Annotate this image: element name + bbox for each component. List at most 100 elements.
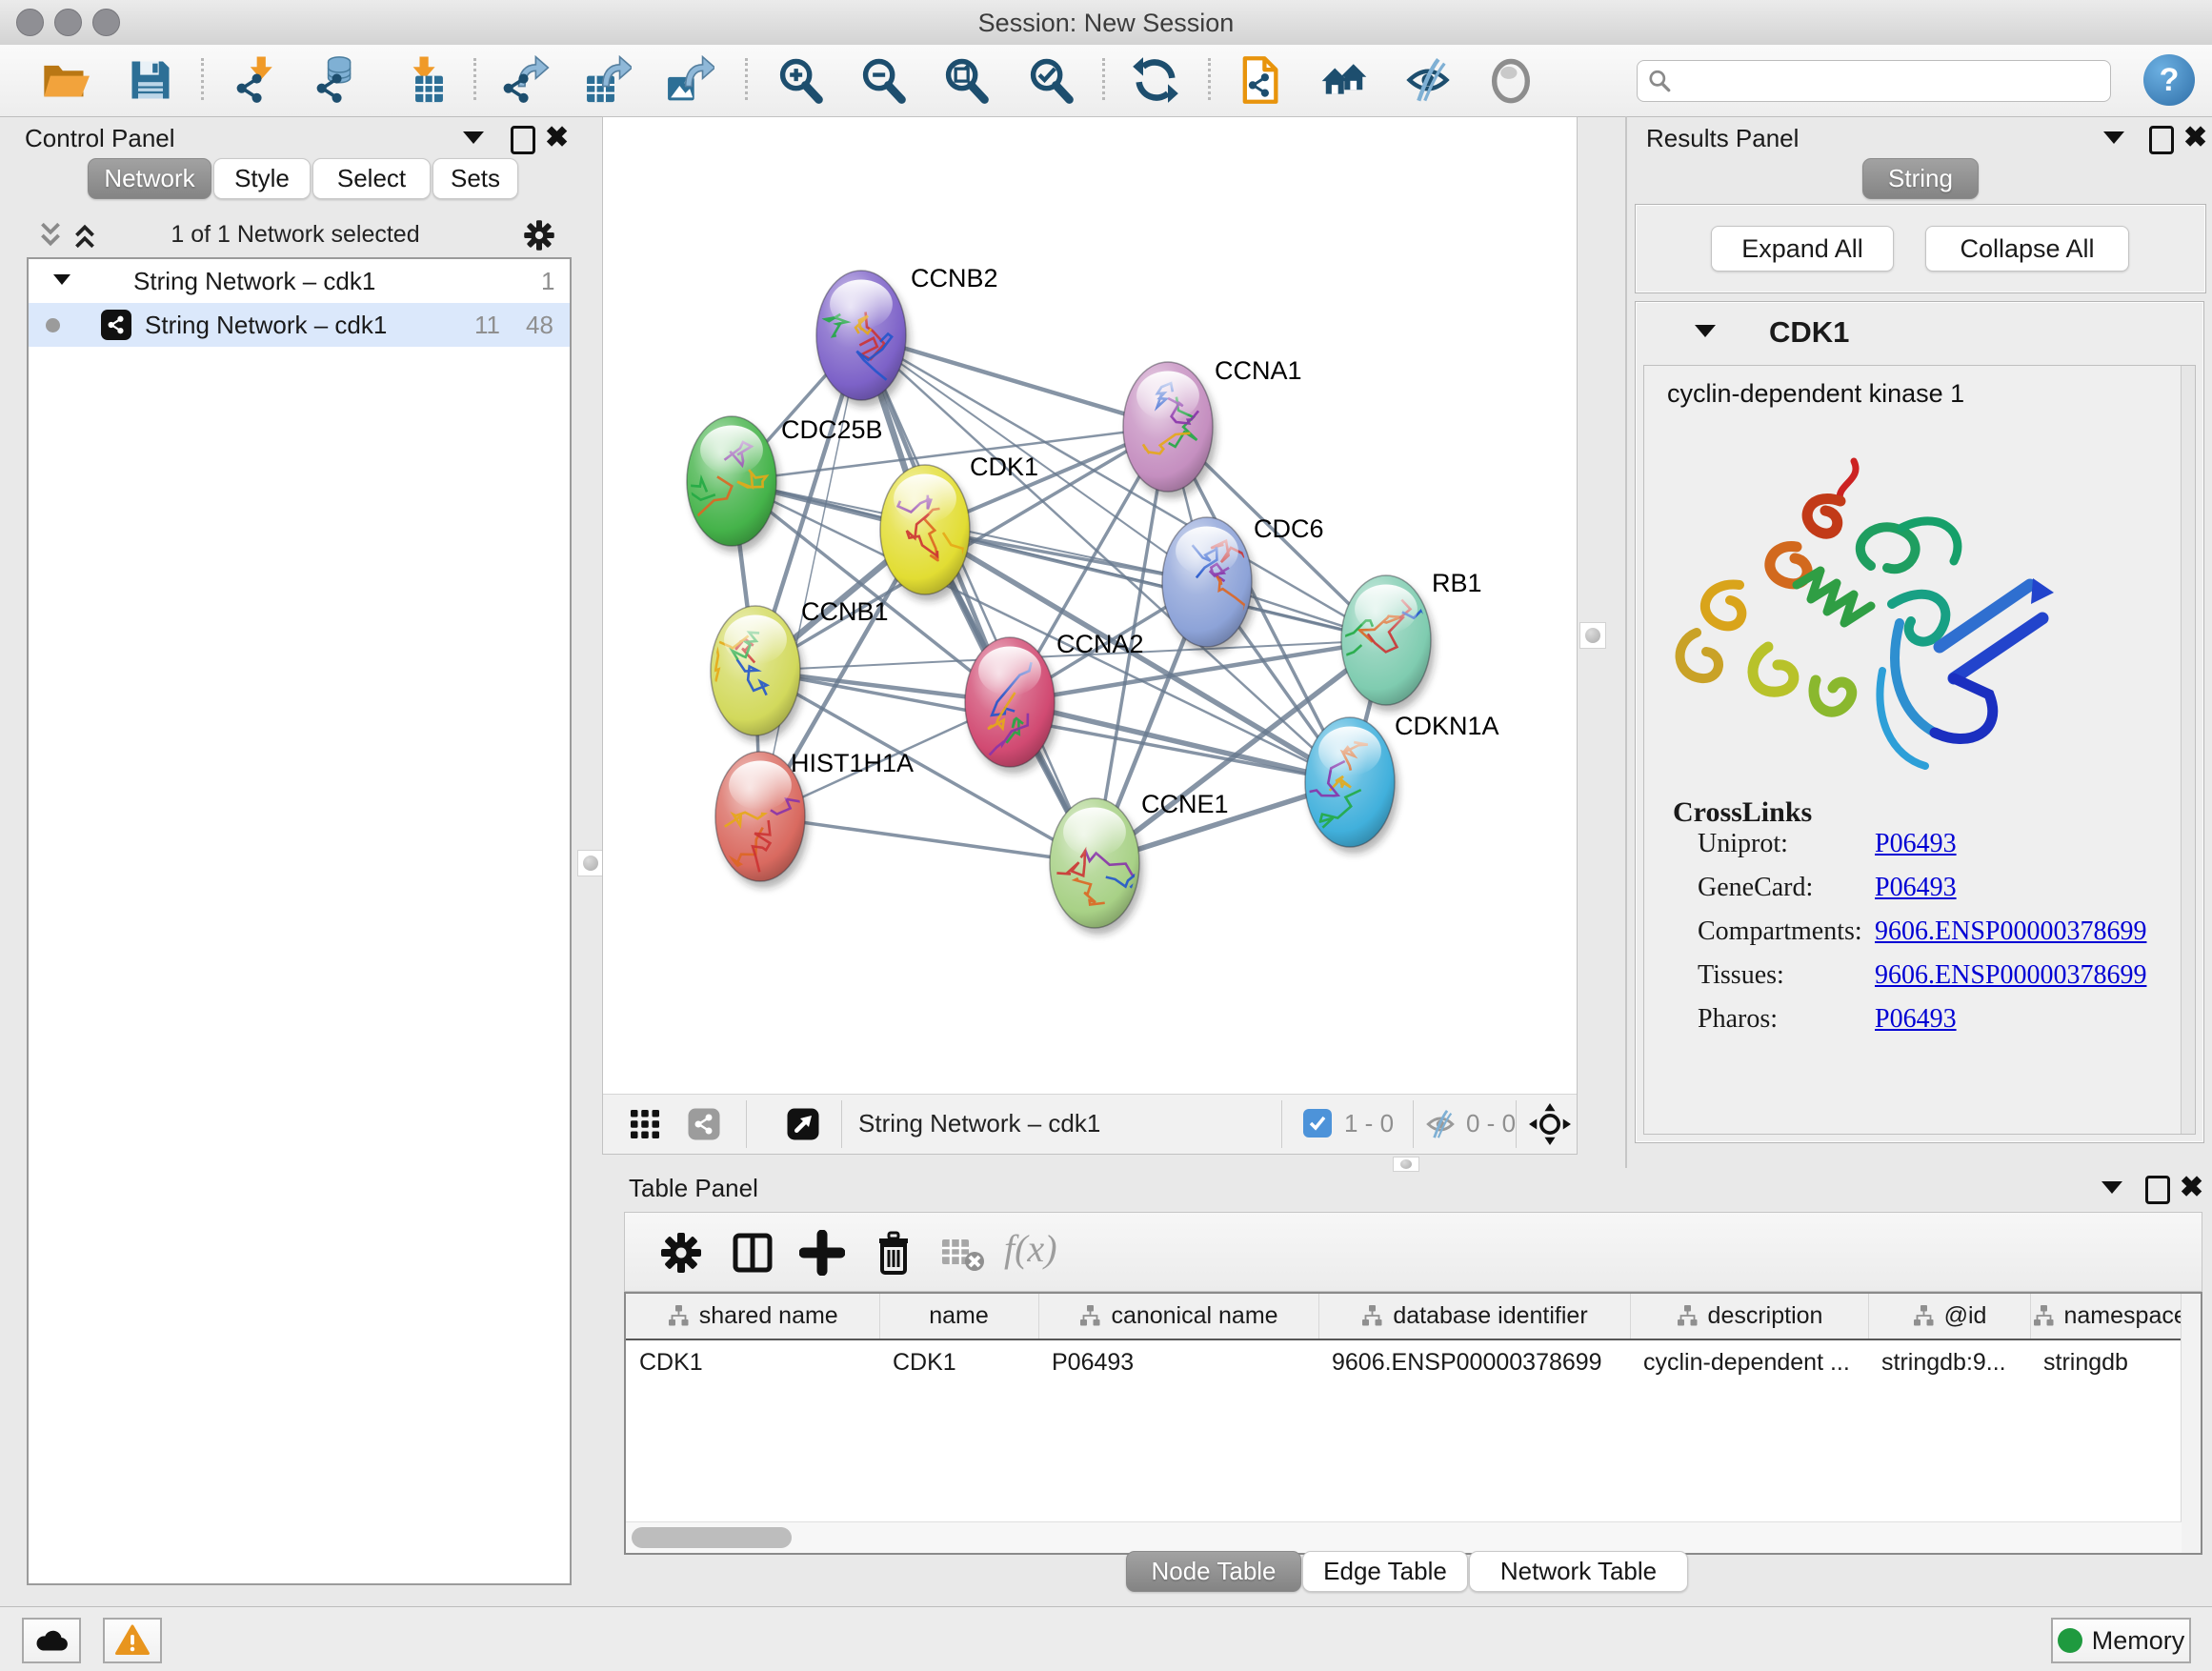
import-table-from-file-icon[interactable] xyxy=(398,55,448,105)
table-cell[interactable]: CDK1 xyxy=(879,1339,1038,1384)
node-CCNA1[interactable]: CCNA1 xyxy=(1123,356,1302,498)
zoom-selected-icon[interactable] xyxy=(1026,55,1076,105)
node-CDKN1A[interactable]: CDKN1A xyxy=(1300,712,1498,854)
node-CDC25B[interactable]: CDC25B xyxy=(684,415,882,553)
expand-all-button[interactable]: Expand All xyxy=(1711,226,1894,272)
column-header-database-identifier[interactable]: database identifier xyxy=(1318,1294,1630,1339)
import-network-from-database-icon[interactable] xyxy=(313,55,363,105)
export-network-icon[interactable] xyxy=(500,55,550,105)
grid-view-icon[interactable] xyxy=(628,1107,662,1141)
share-document-icon[interactable] xyxy=(1235,55,1284,105)
column-header-namespace[interactable]: namespace xyxy=(2030,1294,2185,1339)
maximize-panel-icon[interactable] xyxy=(2145,1176,2174,1204)
scrollbar-thumb[interactable] xyxy=(632,1527,792,1548)
column-header-shared-name[interactable]: shared name xyxy=(626,1294,879,1339)
network-canvas[interactable]: CCNB2 CCNA1 CDC25BCDK1 CDC6RB1 CCNB1 CCNA2 CDK… xyxy=(603,117,1577,1095)
edge-CCNE1-HIST1H1A[interactable] xyxy=(760,816,1095,863)
export-table-icon[interactable] xyxy=(582,55,632,105)
save-session-icon[interactable] xyxy=(126,55,175,105)
bottom-splitter-handle[interactable] xyxy=(1393,1157,1419,1172)
node-CCNB2[interactable]: CCNB2 xyxy=(816,264,998,407)
node-CDC6[interactable]: CDC6 xyxy=(1162,514,1324,654)
help-button[interactable]: ? xyxy=(2143,54,2195,106)
results-scrollbar[interactable] xyxy=(2181,366,2195,1134)
tab-sets[interactable]: Sets xyxy=(432,158,518,199)
search-input[interactable] xyxy=(1679,63,2102,97)
table-cell[interactable]: P06493 xyxy=(1038,1339,1318,1384)
tab-node-table[interactable]: Node Table xyxy=(1126,1551,1301,1592)
import-network-from-file-icon[interactable] xyxy=(233,55,283,105)
table-row[interactable]: CDK1CDK1P064939606.ENSP00000378699cyclin… xyxy=(626,1339,2185,1384)
entry-expander-icon[interactable] xyxy=(1695,325,1716,337)
tab-select[interactable]: Select xyxy=(312,158,431,199)
hide-graphics-details-icon[interactable] xyxy=(1403,55,1453,105)
crosslink-link[interactable]: P06493 xyxy=(1875,873,1957,903)
welcome-screen-icon[interactable] xyxy=(1319,55,1369,105)
node-CCNB1[interactable]: CCNB1 xyxy=(707,597,888,742)
node-CCNA2[interactable]: CCNA2 xyxy=(965,630,1144,775)
float-panel-icon[interactable] xyxy=(2103,131,2132,160)
maximize-panel-icon[interactable] xyxy=(511,126,539,154)
column-header-name[interactable]: name xyxy=(879,1294,1038,1339)
table-cell[interactable]: stringdb xyxy=(2030,1339,2185,1384)
network-row[interactable]: String Network – cdk1 11 48 xyxy=(29,303,570,347)
collection-expander-icon[interactable] xyxy=(53,274,70,285)
delete-column-icon[interactable] xyxy=(871,1230,916,1276)
float-panel-icon[interactable] xyxy=(2101,1181,2130,1210)
zoom-in-icon[interactable] xyxy=(775,55,825,105)
open-file-icon[interactable] xyxy=(40,55,90,105)
crosslink-link[interactable]: 9606.ENSP00000378699 xyxy=(1875,960,2146,991)
selected-checkbox-icon[interactable] xyxy=(1303,1109,1332,1137)
edge-CCNA2-CDKN1A[interactable] xyxy=(1010,702,1350,782)
table-cell[interactable]: stringdb:9... xyxy=(1868,1339,2030,1384)
detach-view-icon[interactable] xyxy=(786,1107,820,1141)
zoom-out-icon[interactable] xyxy=(858,55,908,105)
node-RB1[interactable]: RB1 xyxy=(1330,569,1481,712)
fit-content-crosshair-icon[interactable] xyxy=(1529,1103,1571,1145)
left-splitter-handle[interactable] xyxy=(577,850,604,876)
close-panel-icon[interactable]: ✖ xyxy=(2180,1176,2208,1204)
table-vertical-scrollbar[interactable] xyxy=(2181,1294,2201,1553)
node-table[interactable]: shared namenamecanonical namedatabase id… xyxy=(624,1292,2202,1555)
tab-style[interactable]: Style xyxy=(213,158,311,199)
node-CCNE1[interactable]: CCNE1 xyxy=(1050,790,1229,935)
column-header-description[interactable]: description xyxy=(1630,1294,1868,1339)
tab-network[interactable]: Network xyxy=(88,158,211,199)
table-cell[interactable]: cyclin-dependent ... xyxy=(1630,1339,1868,1384)
memory-button[interactable]: Memory xyxy=(2051,1618,2191,1663)
node-HIST1H1A[interactable]: HIST1H1A xyxy=(715,749,914,888)
column-header-@id[interactable]: @id xyxy=(1868,1294,2030,1339)
birdseye-view-icon[interactable] xyxy=(1486,55,1536,105)
table-horizontal-scrollbar[interactable] xyxy=(626,1521,2182,1553)
table-cell[interactable]: CDK1 xyxy=(626,1339,879,1384)
table-cell[interactable]: 9606.ENSP00000378699 xyxy=(1318,1339,1630,1384)
tab-edge-table[interactable]: Edge Table xyxy=(1302,1551,1468,1592)
table-options-gear-icon[interactable] xyxy=(658,1230,704,1276)
crosslink-link[interactable]: P06493 xyxy=(1875,829,1957,859)
edge-CCNB2-HIST1H1A[interactable] xyxy=(760,335,861,816)
node-CDK1[interactable]: CDK1 xyxy=(880,453,1038,601)
close-panel-icon[interactable]: ✖ xyxy=(2183,126,2212,154)
tab-network-table[interactable]: Network Table xyxy=(1469,1551,1688,1592)
column-header-canonical-name[interactable]: canonical name xyxy=(1038,1294,1318,1339)
float-panel-icon[interactable] xyxy=(463,131,492,160)
right-splitter-handle[interactable] xyxy=(1579,622,1606,649)
gene-entry-header[interactable]: CDK1 xyxy=(1636,302,2203,365)
warnings-button[interactable] xyxy=(103,1618,162,1663)
export-image-icon[interactable] xyxy=(665,55,714,105)
network-badge-icon[interactable] xyxy=(687,1107,721,1141)
add-column-icon[interactable] xyxy=(799,1230,845,1276)
network-options-gear-icon[interactable] xyxy=(522,218,556,252)
edge-CCNB2-CCNE1[interactable] xyxy=(861,335,1095,863)
maximize-panel-icon[interactable] xyxy=(2149,126,2178,154)
zoom-fit-icon[interactable] xyxy=(941,55,991,105)
cloud-status-button[interactable] xyxy=(22,1618,81,1663)
show-columns-icon[interactable] xyxy=(730,1230,775,1276)
refresh-icon[interactable] xyxy=(1131,55,1180,105)
close-panel-icon[interactable]: ✖ xyxy=(545,126,573,154)
network-collection-row[interactable]: String Network – cdk1 1 xyxy=(29,259,570,303)
tab-string[interactable]: String xyxy=(1862,158,1979,199)
crosslink-link[interactable]: 9606.ENSP00000378699 xyxy=(1875,916,2146,947)
crosslink-link[interactable]: P06493 xyxy=(1875,1004,1957,1035)
collapse-all-button[interactable]: Collapse All xyxy=(1925,226,2129,272)
